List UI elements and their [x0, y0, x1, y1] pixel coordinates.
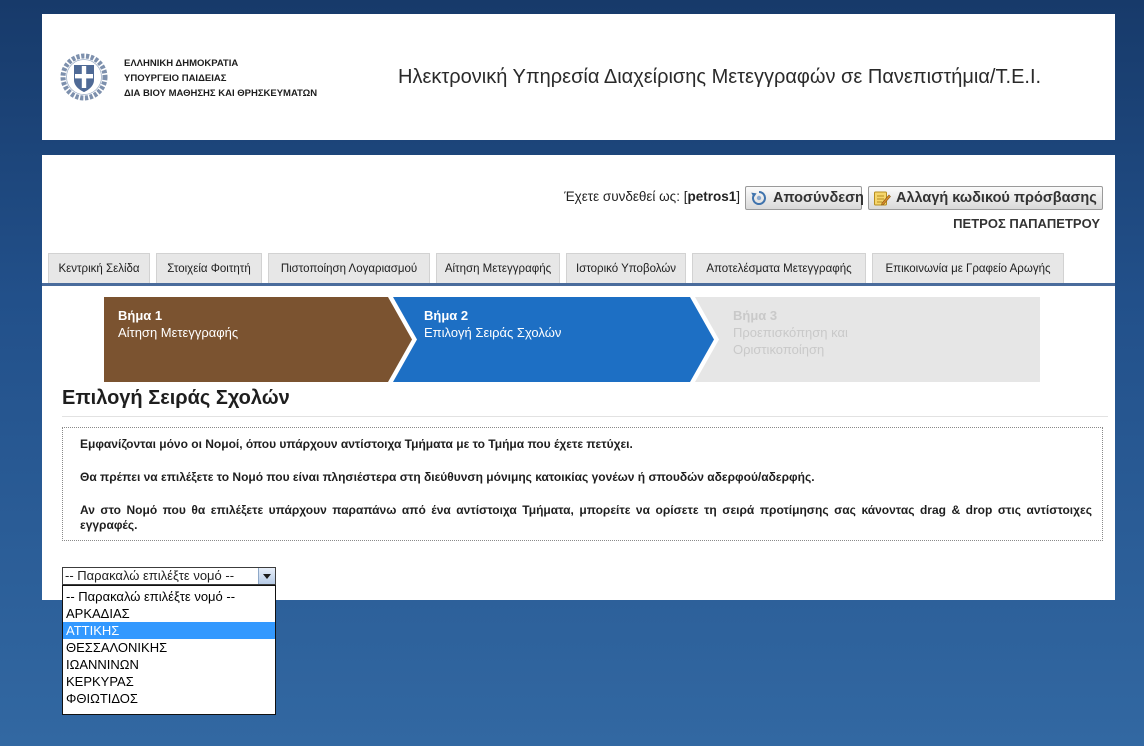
main-panel: Έχετε συνδεθεί ως: [petros1] Αποσύνδεση: [42, 155, 1115, 600]
heading-divider: [62, 416, 1108, 417]
tab-contact-helpdesk[interactable]: Επικοινωνία με Γραφείο Αρωγής: [872, 253, 1064, 283]
org-line-3: ΔΙΑ ΒΙΟΥ ΜΑΘΗΣΗΣ ΚΑΙ ΘΡΗΣΚΕΥΜΑΤΩΝ: [124, 88, 318, 99]
logout-icon: [750, 189, 768, 207]
steps-wizard: Βήμα 1 Αίτηση Μετεγγραφής Βήμα 2 Επιλογή…: [104, 297, 1044, 382]
change-password-button[interactable]: Αλλαγή κωδικού πρόσβασης: [868, 186, 1103, 210]
dropdown-option[interactable]: ΦΘΙΩΤΙΔΟΣ: [63, 690, 275, 707]
step-2-label: Επιλογή Σειράς Σχολών: [424, 325, 562, 340]
tab-student-details[interactable]: Στοιχεία Φοιτητή: [156, 253, 262, 283]
chevron-down-icon: [263, 574, 271, 579]
tab-bar-underline: [42, 283, 1115, 286]
site-header: ΕΛΛΗΝΙΚΗ ΔΗΜΟΚΡΑΤΙΑ ΥΠΟΥΡΓΕΙΟ ΠΑΙΔΕΙΑΣ Δ…: [42, 14, 1115, 140]
dropdown-option[interactable]: -- Παρακαλώ επιλέξτε νομό --: [63, 588, 275, 605]
prefecture-select-value: -- Παρακαλώ επιλέξτε νομό --: [65, 568, 235, 583]
tab-transfer-application[interactable]: Αίτηση Μετεγγραφής: [436, 253, 560, 283]
change-password-label: Αλλαγή κωδικού πρόσβασης: [896, 190, 1097, 206]
tab-home[interactable]: Κεντρική Σελίδα: [48, 253, 150, 283]
logout-button[interactable]: Αποσύνδεση: [745, 186, 864, 210]
tab-account-verification[interactable]: Πιστοποίηση Λογαριασμού: [268, 253, 430, 283]
page-title: Επιλογή Σειράς Σχολών: [62, 387, 290, 409]
step-3-label: Προεπισκόπηση και Οριστικοποίηση: [733, 325, 848, 357]
org-line-2: ΥΠΟΥΡΓΕΙΟ ΠΑΙΔΕΙΑΣ: [124, 73, 227, 84]
site-title: Ηλεκτρονική Υπηρεσία Διαχείρισης Μετεγγρ…: [398, 66, 1042, 88]
step-3-number: Βήμα 3: [733, 308, 778, 323]
dropdown-option[interactable]: ΙΩΑΝΝΙΝΩΝ: [63, 656, 275, 673]
ministry-name: ΕΛΛΗΝΙΚΗ ΔΗΜΟΚΡΑΤΙΑ ΥΠΟΥΡΓΕΙΟ ΠΑΙΔΕΙΑΣ Δ…: [124, 56, 317, 101]
step-1: Βήμα 1 Αίτηση Μετεγγραφής: [118, 307, 238, 341]
page: ΕΛΛΗΝΙΚΗ ΔΗΜΟΚΡΑΤΙΑ ΥΠΟΥΡΓΕΙΟ ΠΑΙΔΕΙΑΣ Δ…: [0, 0, 1144, 746]
tab-transfer-results[interactable]: Αποτελέσματα Μετεγγραφής: [692, 253, 866, 283]
step-1-label: Αίτηση Μετεγγραφής: [118, 325, 239, 340]
instructions-box: Εμφανίζονται μόνο οι Νομοί, όπου υπάρχου…: [62, 427, 1103, 541]
tab-submission-history[interactable]: Ιστορικό Υποβολών: [566, 253, 686, 283]
select-dropdown-button[interactable]: [258, 568, 275, 584]
prefecture-dropdown-list: -- Παρακαλώ επιλέξτε νομό -- ΑΡΚΑΔΙΑΣ ΑΤ…: [62, 585, 276, 715]
session-info: Έχετε συνδεθεί ως: [petros1]: [564, 187, 740, 207]
session-prefix: Έχετε συνδεθεί ως: [: [564, 189, 688, 204]
dropdown-option[interactable]: ΑΡΚΑΔΙΑΣ: [63, 605, 275, 622]
dropdown-option[interactable]: ΑΤΤΙΚΗΣ: [63, 622, 275, 639]
org-line-1: ΕΛΛΗΝΙΚΗ ΔΗΜΟΚΡΑΤΙΑ: [124, 58, 239, 69]
session-suffix: ]: [736, 189, 740, 204]
step-2-number: Βήμα 2: [424, 308, 469, 323]
prefecture-select[interactable]: -- Παρακαλώ επιλέξτε νομό --: [62, 567, 276, 585]
instruction-text: Αν στο Νομό που θα επιλέξετε υπάρχουν πα…: [80, 503, 1092, 532]
dropdown-option[interactable]: ΘΕΣΣΑΛΟΝΙΚΗΣ: [63, 639, 275, 656]
greek-coat-of-arms-icon: [60, 53, 108, 101]
instruction-text: Εμφανίζονται μόνο οι Νομοί, όπου υπάρχου…: [80, 437, 633, 451]
dropdown-option[interactable]: ΚΕΡΚΥΡΑΣ: [63, 673, 275, 690]
step-2: Βήμα 2 Επιλογή Σειράς Σχολών: [424, 307, 561, 341]
step-1-number: Βήμα 1: [118, 308, 163, 323]
step-3: Βήμα 3 Προεπισκόπηση και Οριστικοποίηση: [733, 307, 863, 358]
user-full-name: ΠΕΤΡΟΣ ΠΑΠΑΠΕΤΡΟΥ: [953, 216, 1100, 231]
instruction-text: Θα πρέπει να επιλέξετε το Νομό που είναι…: [80, 470, 815, 484]
notepad-pencil-icon: [873, 189, 891, 207]
username: petros1: [687, 189, 737, 204]
logout-label: Αποσύνδεση: [773, 190, 864, 206]
